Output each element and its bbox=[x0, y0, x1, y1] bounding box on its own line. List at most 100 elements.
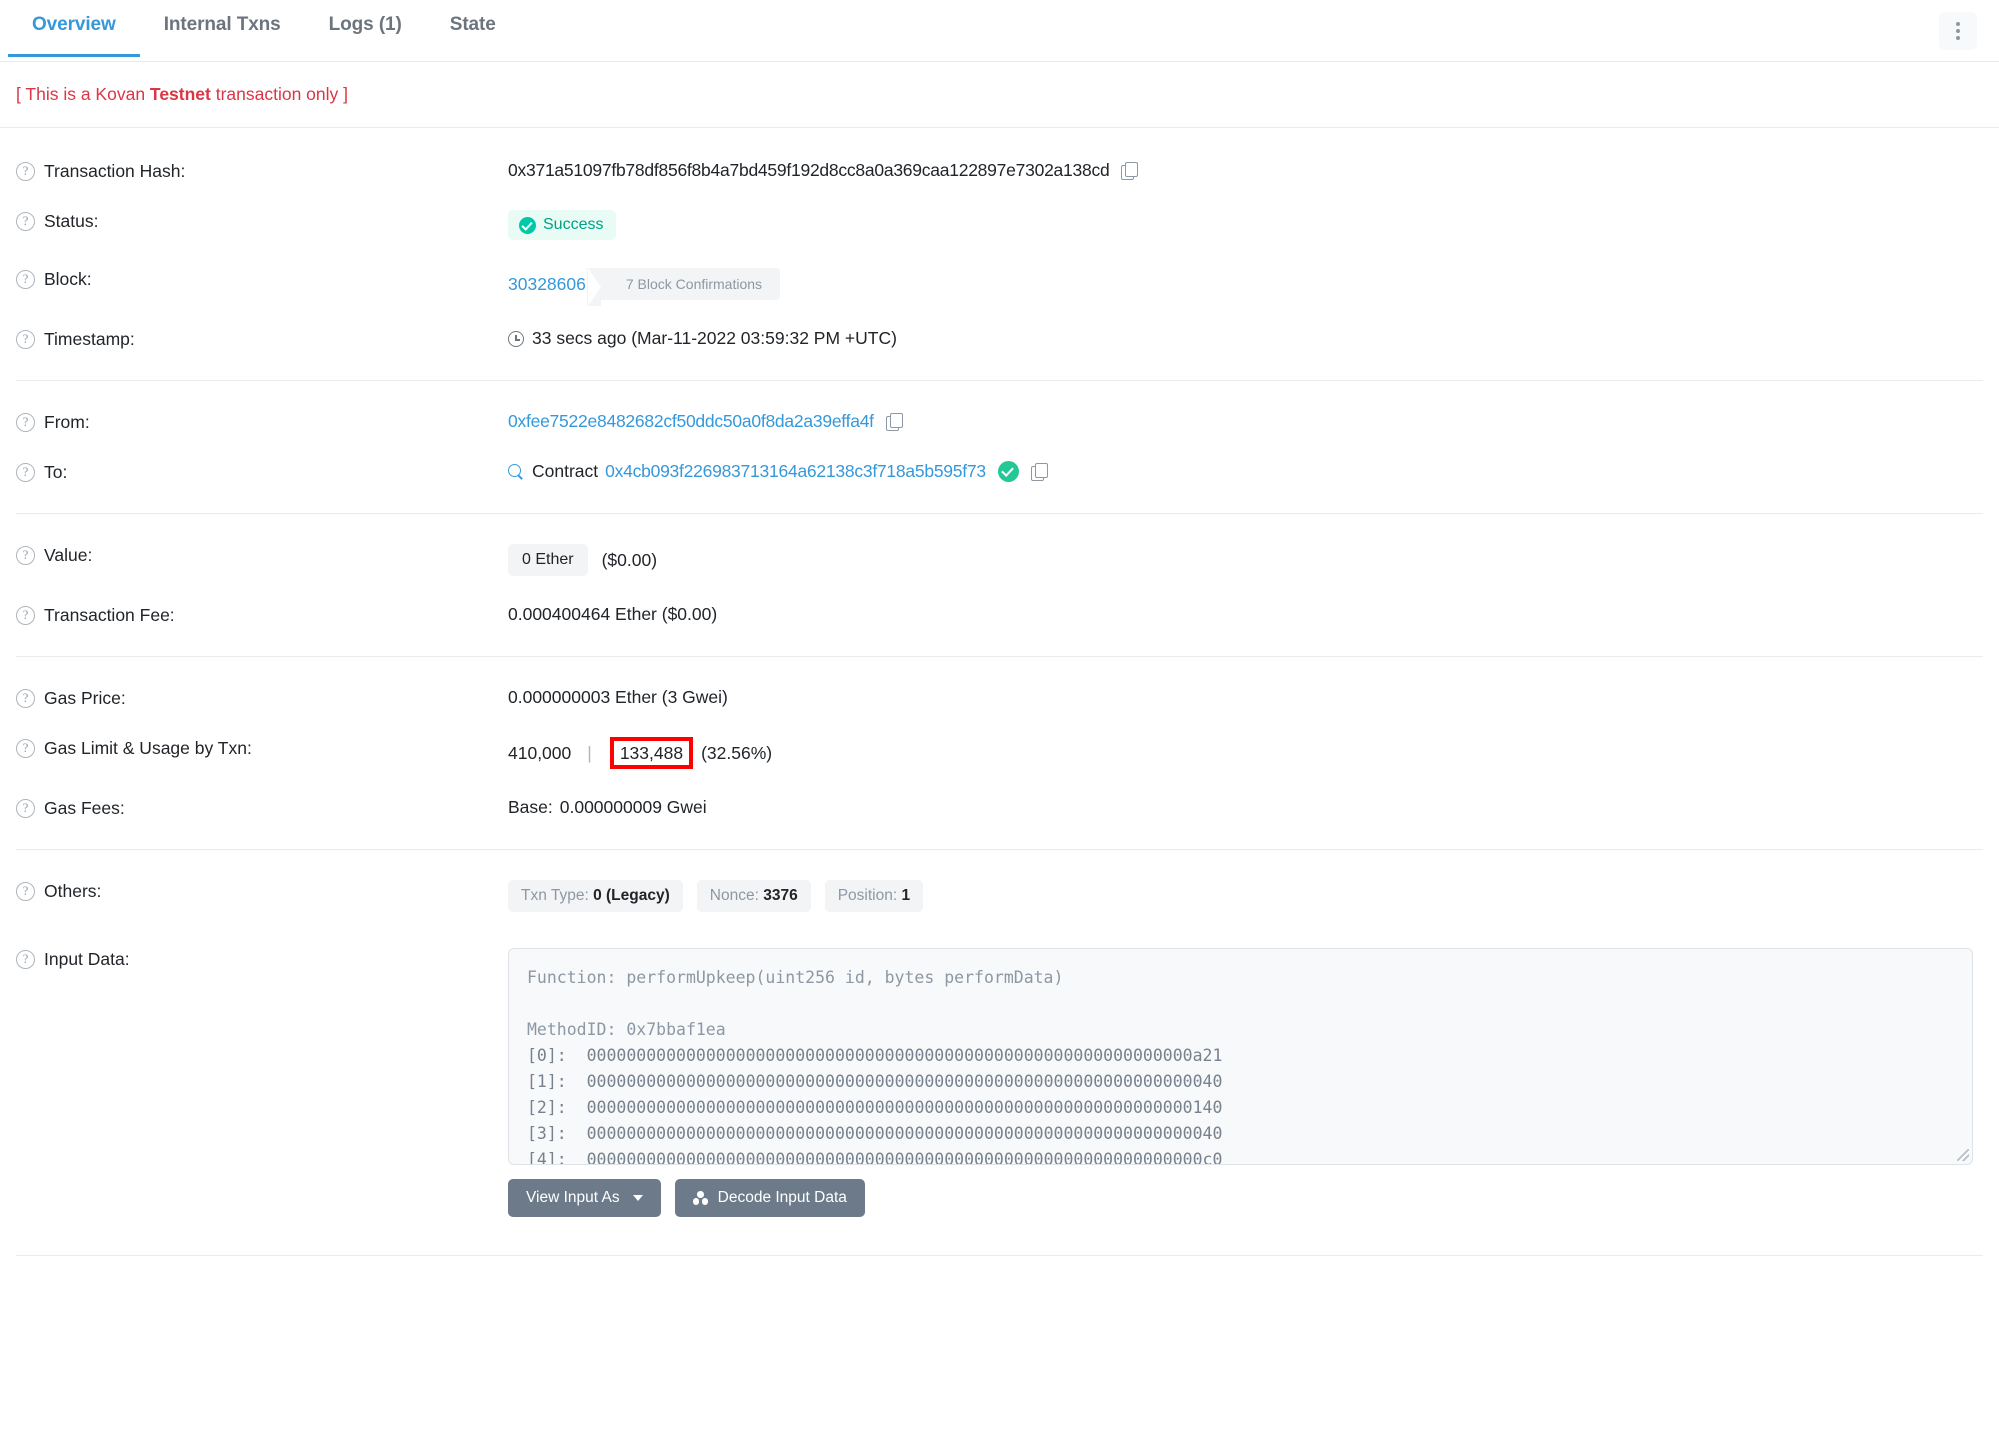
chip-key: Position: bbox=[837, 887, 898, 905]
input-data-container: Function: performUpkeep(uint256 id, byte… bbox=[508, 948, 1983, 1218]
label-transaction-fee: ? Transaction Fee: bbox=[16, 604, 508, 626]
row-transaction-hash: ? Transaction Hash: 0x371a51097fb78df856… bbox=[16, 146, 1983, 196]
value-amount-chip: 0 Ether bbox=[508, 544, 588, 576]
status-badge: Success bbox=[508, 210, 617, 240]
input-data-param-hex: 0000000000000000000000000000000000000000… bbox=[586, 1098, 1223, 1118]
value-to: Contract 0x4cb093f226983713164a62138c3f7… bbox=[508, 461, 1983, 482]
gas-price-value: 0.000000003 Ether (3 Gwei) bbox=[508, 687, 728, 707]
input-data-param-hex: 0000000000000000000000000000000000000000… bbox=[586, 1150, 1223, 1166]
chip-position: Position: 1 bbox=[824, 880, 924, 913]
copy-icon[interactable] bbox=[1030, 463, 1048, 481]
row-gas-limit-usage: ? Gas Limit & Usage by Txn: 410,000 | 13… bbox=[16, 723, 1983, 783]
input-data-param-index: [2]: bbox=[527, 1098, 567, 1118]
gas-limit-value: 410,000 bbox=[508, 742, 572, 763]
label-text: To: bbox=[44, 462, 68, 482]
value-transaction-fee: 0.000400464 Ether ($0.00) bbox=[508, 604, 1983, 625]
details-section: ? Transaction Hash: 0x371a51097fb78df856… bbox=[0, 128, 1999, 1257]
divider bbox=[16, 513, 1983, 514]
input-data-param-hex: 0000000000000000000000000000000000000000… bbox=[586, 1124, 1223, 1144]
verified-contract-icon bbox=[997, 461, 1019, 482]
label-gas-fees: ? Gas Fees: bbox=[16, 797, 508, 819]
label-text: Status: bbox=[44, 211, 99, 231]
label-others: ? Others: bbox=[16, 880, 508, 902]
tab-overview[interactable]: Overview bbox=[8, 0, 140, 57]
value-fiat: ($0.00) bbox=[601, 549, 658, 570]
help-icon[interactable]: ? bbox=[16, 689, 35, 708]
magnifier-icon[interactable] bbox=[508, 463, 524, 480]
from-address-link[interactable]: 0xfee7522e8482682cf50ddc50a0f8da2a39effa… bbox=[508, 411, 874, 432]
block-number-link[interactable]: 30328606 bbox=[508, 274, 586, 295]
value-timestamp: 33 secs ago (Mar-11-2022 03:59:32 PM +UT… bbox=[508, 328, 1983, 349]
label-text: From: bbox=[44, 412, 90, 432]
view-input-as-button[interactable]: View Input As bbox=[508, 1179, 661, 1218]
divider bbox=[16, 849, 1983, 851]
row-status: ? Status: Success bbox=[16, 196, 1983, 254]
testnet-notice-prefix: [ This is a Kovan bbox=[16, 84, 150, 104]
help-icon[interactable]: ? bbox=[16, 606, 35, 625]
gas-used-percent: (32.56%) bbox=[701, 742, 773, 763]
label-transaction-hash: ? Transaction Hash: bbox=[16, 160, 508, 182]
help-icon[interactable]: ? bbox=[16, 799, 35, 819]
tab-logs[interactable]: Logs (1) bbox=[305, 0, 426, 54]
value-others: Txn Type: 0 (Legacy) Nonce: 3376 Positio… bbox=[508, 880, 1983, 913]
help-icon[interactable]: ? bbox=[16, 463, 35, 482]
row-gas-fees: ? Gas Fees: Base: 0.000000009 Gwei bbox=[16, 783, 1983, 833]
decode-input-data-label: Decode Input Data bbox=[717, 1189, 847, 1207]
transaction-hash-value: 0x371a51097fb78df856f8b4a7bd459f192d8cc8… bbox=[508, 160, 1110, 180]
input-data-buttons: View Input As Decode Input Data bbox=[508, 1179, 1983, 1218]
help-icon[interactable]: ? bbox=[16, 739, 35, 758]
input-data-param-index: [1]: bbox=[527, 1072, 567, 1092]
timestamp-value: 33 secs ago (Mar-11-2022 03:59:32 PM +UT… bbox=[532, 328, 897, 348]
input-data-function-line: Function: performUpkeep(uint256 id, byte… bbox=[527, 968, 1064, 988]
chip-key: Nonce: bbox=[709, 887, 759, 905]
label-timestamp: ? Timestamp: bbox=[16, 328, 508, 350]
block-confirmations-badge: 7 Block Confirmations bbox=[586, 268, 781, 306]
gas-used-highlight: 133,488 bbox=[609, 737, 694, 770]
label-block: ? Block: bbox=[16, 268, 508, 290]
tab-state[interactable]: State bbox=[426, 0, 520, 54]
chip-value: 1 bbox=[901, 887, 911, 905]
label-text: Gas Price: bbox=[44, 688, 126, 708]
label-text: Transaction Hash: bbox=[44, 161, 186, 181]
label-text: Gas Fees: bbox=[44, 798, 125, 819]
help-icon[interactable]: ? bbox=[16, 882, 35, 902]
row-input-data: ? Input Data: Function: performUpkeep(ui… bbox=[16, 926, 1983, 1231]
input-data-param-index: [0]: bbox=[527, 1046, 567, 1066]
row-to: ? To: Contract 0x4cb093f226983713164a621… bbox=[16, 447, 1983, 497]
label-status: ? Status: bbox=[16, 210, 508, 232]
value-gas-price: 0.000000003 Ether (3 Gwei) bbox=[508, 687, 1983, 708]
decode-icon bbox=[692, 1191, 709, 1205]
decode-input-data-button[interactable]: Decode Input Data bbox=[674, 1179, 865, 1218]
gas-separator: | bbox=[587, 742, 592, 763]
resize-handle[interactable] bbox=[1957, 1149, 1969, 1162]
label-text: Input Data: bbox=[44, 949, 130, 970]
value-gas-limit-usage: 410,000 | 133,488 (32.56%) bbox=[508, 737, 1983, 770]
help-icon[interactable]: ? bbox=[16, 162, 35, 181]
label-text: Value: bbox=[44, 545, 93, 565]
help-icon[interactable]: ? bbox=[16, 546, 35, 565]
chevron-down-icon bbox=[632, 1195, 643, 1202]
more-options-icon[interactable] bbox=[1939, 12, 1977, 50]
testnet-notice: [ This is a Kovan Testnet transaction on… bbox=[0, 62, 1999, 128]
help-icon[interactable]: ? bbox=[16, 413, 35, 432]
chip-value: 3376 bbox=[763, 887, 798, 905]
help-icon[interactable]: ? bbox=[16, 950, 35, 970]
label-text: Others: bbox=[44, 881, 102, 902]
gas-fees-base-value: 0.000000009 Gwei bbox=[559, 797, 707, 818]
label-value: ? Value: bbox=[16, 544, 508, 566]
copy-icon[interactable] bbox=[1121, 162, 1139, 180]
help-icon[interactable]: ? bbox=[16, 212, 35, 231]
label-text: Timestamp: bbox=[44, 329, 135, 349]
input-data-param-index: [4]: bbox=[527, 1150, 567, 1166]
copy-icon[interactable] bbox=[885, 413, 903, 431]
help-icon[interactable]: ? bbox=[16, 270, 35, 289]
value-block: 30328606 7 Block Confirmations bbox=[508, 268, 1983, 306]
input-data-textarea[interactable]: Function: performUpkeep(uint256 id, byte… bbox=[508, 948, 1973, 1166]
label-from: ? From: bbox=[16, 411, 508, 433]
to-address-link[interactable]: 0x4cb093f226983713164a62138c3f718a5b595f… bbox=[605, 461, 986, 482]
help-icon[interactable]: ? bbox=[16, 330, 35, 349]
row-transaction-fee: ? Transaction Fee: 0.000400464 Ether ($0… bbox=[16, 590, 1983, 640]
bottom-divider bbox=[16, 1255, 1983, 1257]
tab-internal-txns[interactable]: Internal Txns bbox=[140, 0, 305, 54]
testnet-notice-suffix: transaction only ] bbox=[210, 84, 349, 104]
